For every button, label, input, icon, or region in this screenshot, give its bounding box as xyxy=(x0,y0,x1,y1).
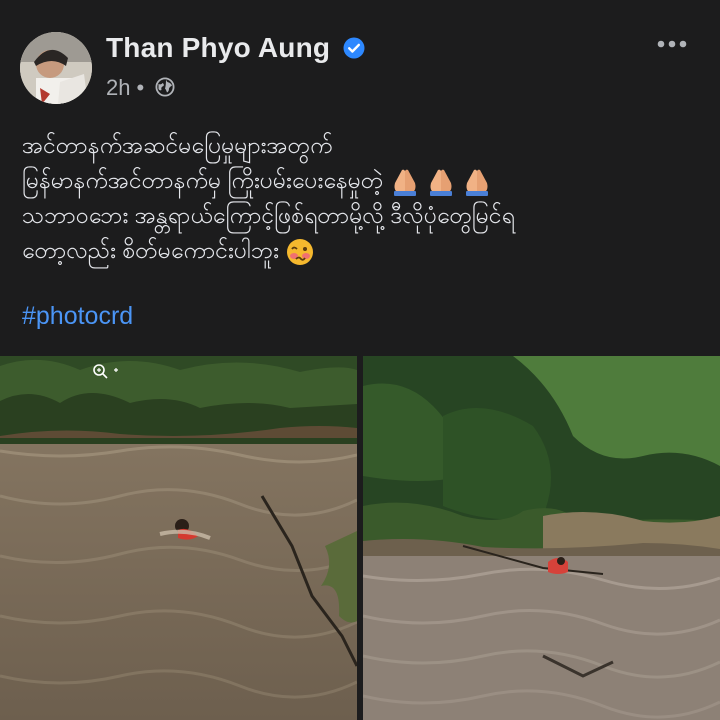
flood-rescue-photo-left[interactable] xyxy=(0,356,357,720)
verified-badge-icon xyxy=(343,37,365,59)
meta-separator: • xyxy=(136,75,145,100)
post-header: Than Phyo Aung 2h • xyxy=(0,0,720,110)
post-text-line-2: မြန်မာနက်အင်တာနက်မှ ကြိုးပမ်းပေးနေမှုတဲ့ xyxy=(22,163,702,198)
author-name[interactable]: Than Phyo Aung xyxy=(106,32,330,64)
post-text: အင်တာနက်အဆင်မပြေမှုများအတွက် မြန်မာနက်အင… xyxy=(22,128,702,268)
avatar-image xyxy=(20,32,92,104)
post-text-line-4-text: တော့လည်း စိတ်မကောင်းပါဘူး xyxy=(22,237,279,263)
avatar[interactable] xyxy=(20,32,92,104)
post-text-line-1: အင်တာနက်အဆင်မပြေမှုများအတွက် xyxy=(22,132,333,158)
hashtag-link[interactable]: #photocrd xyxy=(22,302,133,331)
woozy-face-emoji xyxy=(287,238,314,265)
flood-rescue-photo-right[interactable] xyxy=(363,356,720,720)
more-options-button[interactable] xyxy=(652,30,692,58)
post-text-line-2-text: မြန်မာနက်အင်တာနက်မှ ကြိုးပမ်းပေးနေမှုတဲ့ xyxy=(22,167,384,193)
post-text-line-3: သဘာဝဘေး အန္တရာယ်ကြောင့်ဖြစ်ရတာမို့လို့ ဒ… xyxy=(22,202,515,228)
post-meta: 2h • xyxy=(106,75,150,101)
pray-hands-emoji xyxy=(393,169,488,196)
post-text-line-4: တော့လည်း စိတ်မကောင်းပါဘူး xyxy=(22,233,702,268)
globe-icon[interactable] xyxy=(155,77,175,97)
post-time[interactable]: 2h xyxy=(106,75,130,101)
